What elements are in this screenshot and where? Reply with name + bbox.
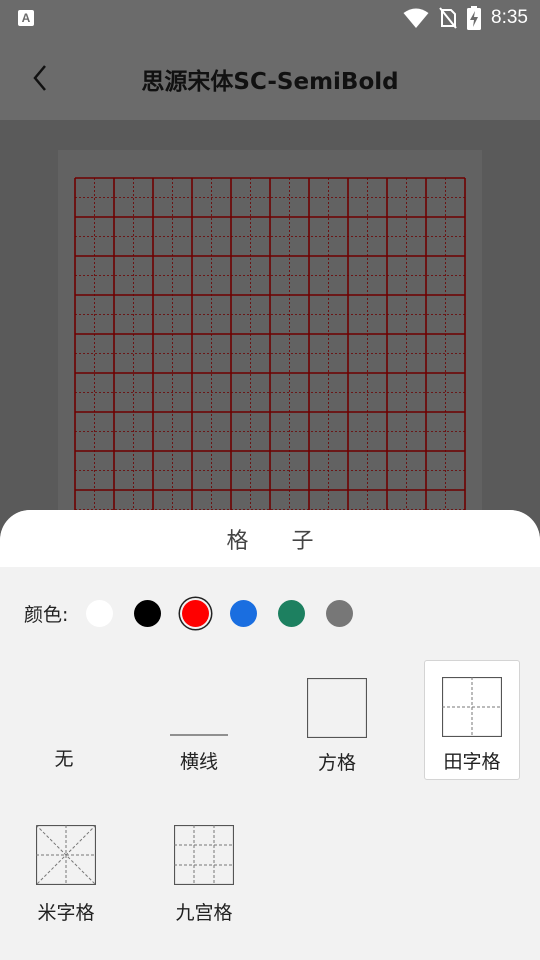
color-swatch-red[interactable] <box>182 599 210 627</box>
jiugong-grid-icon <box>174 825 234 885</box>
status-bar: A 8:35 <box>0 0 540 36</box>
page-title: 思源宋体SC-SemiBold <box>141 69 399 95</box>
grid-option-square[interactable]: 方格 <box>289 660 385 780</box>
no-sim-icon <box>439 7 457 29</box>
mi-grid-icon <box>36 825 96 885</box>
battery-charging-icon <box>467 6 482 30</box>
grid-option-none[interactable]: 无 <box>16 660 112 780</box>
color-row: 颜色: <box>24 596 374 630</box>
app-notification-icon: A <box>18 10 34 26</box>
color-swatch-green[interactable] <box>278 599 306 627</box>
option-label: 九宫格 <box>175 902 233 924</box>
color-swatch-gray[interactable] <box>326 599 354 627</box>
tian-grid-icon <box>442 677 502 737</box>
square-grid-icon <box>307 678 367 738</box>
color-swatch-blue[interactable] <box>230 599 258 627</box>
sheet-header: 格 子 <box>0 510 540 567</box>
option-label: 米字格 <box>37 902 95 924</box>
option-label: 横线 <box>179 751 218 773</box>
status-icons: 8:35 <box>403 0 528 36</box>
option-label: 无 <box>54 748 74 770</box>
color-label: 颜色: <box>24 603 69 626</box>
grid-paper <box>58 150 482 570</box>
grid-bottom-sheet: 格 子 颜色: 无 横线 方格 田字格 米字格 九宫格 <box>0 510 540 960</box>
grid-option-lines[interactable]: 横线 <box>151 660 247 780</box>
sheet-title: 格 子 <box>226 528 332 554</box>
wifi-icon <box>403 8 429 28</box>
option-label: 方格 <box>317 752 356 774</box>
color-swatch-white[interactable] <box>86 599 114 627</box>
color-swatch-black[interactable] <box>134 599 162 627</box>
grid-option-tian[interactable]: 田字格 <box>424 660 520 780</box>
grid-option-mi[interactable]: 米字格 <box>18 810 114 930</box>
tian-grid <box>74 177 466 517</box>
horizontal-line-icon <box>170 734 228 736</box>
option-label: 田字格 <box>443 751 501 773</box>
status-time: 8:35 <box>491 7 528 28</box>
grid-option-jiugong[interactable]: 九宫格 <box>156 810 252 930</box>
app-header: 思源宋体SC-SemiBold <box>0 36 540 120</box>
preview-area <box>0 120 540 570</box>
